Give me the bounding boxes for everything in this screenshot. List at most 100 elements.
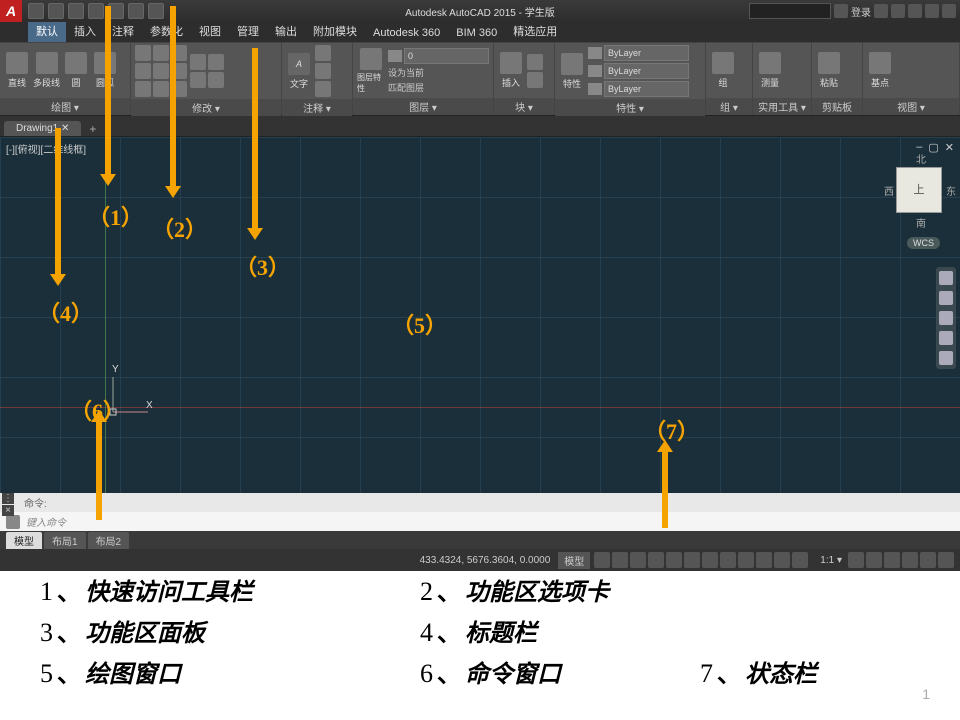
nav-zoom-icon[interactable] xyxy=(939,311,953,325)
tab-parametric[interactable]: 参数化 xyxy=(142,20,191,42)
status-customize-icon[interactable] xyxy=(938,552,954,568)
tab-insert[interactable]: 插入 xyxy=(66,20,104,42)
help-icon[interactable] xyxy=(891,4,905,18)
panel-annot-title[interactable]: 注释 ▾ xyxy=(282,99,352,116)
status-hardware-icon[interactable] xyxy=(884,552,900,568)
status-model-toggle[interactable]: 模型 xyxy=(558,552,590,569)
wcs-badge[interactable]: WCS xyxy=(907,237,940,249)
viewport-maximize[interactable]: ▢ xyxy=(928,141,938,154)
tab-layout1[interactable]: 布局1 xyxy=(44,532,86,549)
btn-match-layer[interactable]: 匹配图层 xyxy=(388,81,489,94)
btn-stretch[interactable] xyxy=(135,81,151,97)
file-tab-new[interactable]: + xyxy=(83,122,102,136)
tab-manage[interactable]: 管理 xyxy=(229,20,267,42)
panel-view-title[interactable]: 视图 ▾ xyxy=(863,98,959,115)
panel-group-title[interactable]: 组 ▾ xyxy=(706,98,752,115)
window-minimize-icon[interactable] xyxy=(908,4,922,18)
btn-paste[interactable]: 粘贴 xyxy=(816,52,842,89)
command-window[interactable]: ⋮ × 命令: 键入命令 xyxy=(0,493,960,531)
window-restore-icon[interactable] xyxy=(925,4,939,18)
app-menu-button[interactable]: A xyxy=(0,0,22,22)
btn-offset[interactable] xyxy=(190,72,206,88)
viewport-label[interactable]: [-][俯视][二维线框] xyxy=(6,141,86,156)
btn-move[interactable] xyxy=(135,45,151,61)
lineweight-dropdown[interactable]: ByLayer xyxy=(604,63,689,79)
annotation-scale[interactable]: 1:1 ▾ xyxy=(814,555,848,566)
btn-explode[interactable] xyxy=(208,54,224,70)
status-transparency-icon[interactable] xyxy=(774,552,790,568)
status-isoplane-icon[interactable] xyxy=(666,552,682,568)
status-grid-icon[interactable] xyxy=(594,552,610,568)
tab-a360[interactable]: Autodesk 360 xyxy=(365,24,448,42)
cmd-handle-icon[interactable]: ⋮ xyxy=(2,493,14,504)
panel-block-title[interactable]: 块 ▾ xyxy=(494,98,554,115)
command-input[interactable]: 键入命令 xyxy=(26,514,66,529)
status-osnap-icon[interactable] xyxy=(684,552,700,568)
nav-fullnav-icon[interactable] xyxy=(939,271,953,285)
viewport-close[interactable]: ✕ xyxy=(945,141,954,154)
btn-rotate[interactable] xyxy=(153,45,169,61)
qat-new-icon[interactable] xyxy=(28,3,44,19)
btn-insert-block[interactable]: 插入 xyxy=(498,52,524,89)
status-lwt-icon[interactable] xyxy=(756,552,772,568)
status-otrack-icon[interactable] xyxy=(720,552,736,568)
btn-copy[interactable] xyxy=(135,63,151,79)
status-cleanscreen-icon[interactable] xyxy=(920,552,936,568)
coordinates-readout[interactable]: 433.4324, 5676.3604, 0.0000 xyxy=(412,555,559,566)
status-workspace-icon[interactable] xyxy=(866,552,882,568)
tab-default[interactable]: 默认 xyxy=(28,20,66,42)
drawing-area[interactable]: [-][俯视][二维线框] – ▢ ✕ Y X 北 南 东 西 上 WCS xyxy=(0,137,960,493)
tab-output[interactable]: 输出 xyxy=(267,20,305,42)
status-annomonitor-icon[interactable] xyxy=(848,552,864,568)
file-tab-drawing1[interactable]: Drawing1 ✕ xyxy=(4,121,81,136)
btn-erase[interactable] xyxy=(190,54,206,70)
btn-group[interactable]: 组 xyxy=(710,52,736,89)
btn-polyline[interactable]: 多段线 xyxy=(33,52,60,89)
status-ortho-icon[interactable] xyxy=(630,552,646,568)
signin-label[interactable]: 登录 xyxy=(851,4,871,19)
nav-showmotion-icon[interactable] xyxy=(939,351,953,365)
layer-dropdown[interactable]: 0 xyxy=(404,48,489,64)
tab-layout2[interactable]: 布局2 xyxy=(88,532,130,549)
tab-bim360[interactable]: BIM 360 xyxy=(448,24,505,42)
btn-edit-block[interactable] xyxy=(527,72,543,88)
status-dyn-icon[interactable] xyxy=(738,552,754,568)
btn-mirror[interactable] xyxy=(153,63,169,79)
qat-save-icon[interactable] xyxy=(68,3,84,19)
nav-orbit-icon[interactable] xyxy=(939,331,953,345)
infocenter-search[interactable] xyxy=(749,3,831,19)
tab-model[interactable]: 模型 xyxy=(6,532,42,549)
status-snap-icon[interactable] xyxy=(612,552,628,568)
tab-featured[interactable]: 精选应用 xyxy=(505,20,565,42)
btn-table[interactable] xyxy=(315,81,331,97)
panel-modify-title[interactable]: 修改 ▾ xyxy=(131,99,281,116)
btn-dimension[interactable] xyxy=(315,45,331,61)
cmd-close-icon[interactable]: × xyxy=(2,505,14,516)
nav-pan-icon[interactable] xyxy=(939,291,953,305)
status-3dosnap-icon[interactable] xyxy=(702,552,718,568)
status-polar-icon[interactable] xyxy=(648,552,664,568)
status-cycling-icon[interactable] xyxy=(792,552,808,568)
window-close-icon[interactable] xyxy=(942,4,956,18)
btn-line[interactable]: 直线 xyxy=(4,52,30,89)
btn-scale[interactable] xyxy=(153,81,169,97)
tab-addins[interactable]: 附加模块 xyxy=(305,20,365,42)
qat-open-icon[interactable] xyxy=(48,3,64,19)
btn-measure[interactable]: 测量 xyxy=(757,52,783,89)
qat-redo-icon[interactable] xyxy=(148,3,164,19)
btn-circle[interactable]: 圆 xyxy=(63,52,89,89)
btn-chamfer[interactable] xyxy=(208,72,224,88)
viewcube[interactable]: 上 xyxy=(896,167,942,213)
panel-layer-title[interactable]: 图层 ▾ xyxy=(353,98,493,115)
btn-make-current[interactable]: 设为当前 xyxy=(388,66,489,79)
btn-leader[interactable] xyxy=(315,63,331,79)
btn-create-block[interactable] xyxy=(527,54,543,70)
btn-layer-properties[interactable]: 图层特性 xyxy=(357,48,385,94)
status-isolate-icon[interactable] xyxy=(902,552,918,568)
signin-icon[interactable] xyxy=(834,4,848,18)
panel-prop-title[interactable]: 特性 ▾ xyxy=(555,99,705,116)
color-dropdown[interactable]: ByLayer xyxy=(604,45,689,61)
linetype-dropdown[interactable]: ByLayer xyxy=(604,81,689,97)
btn-properties[interactable]: 特性 xyxy=(559,53,585,90)
exchange-icon[interactable] xyxy=(874,4,888,18)
